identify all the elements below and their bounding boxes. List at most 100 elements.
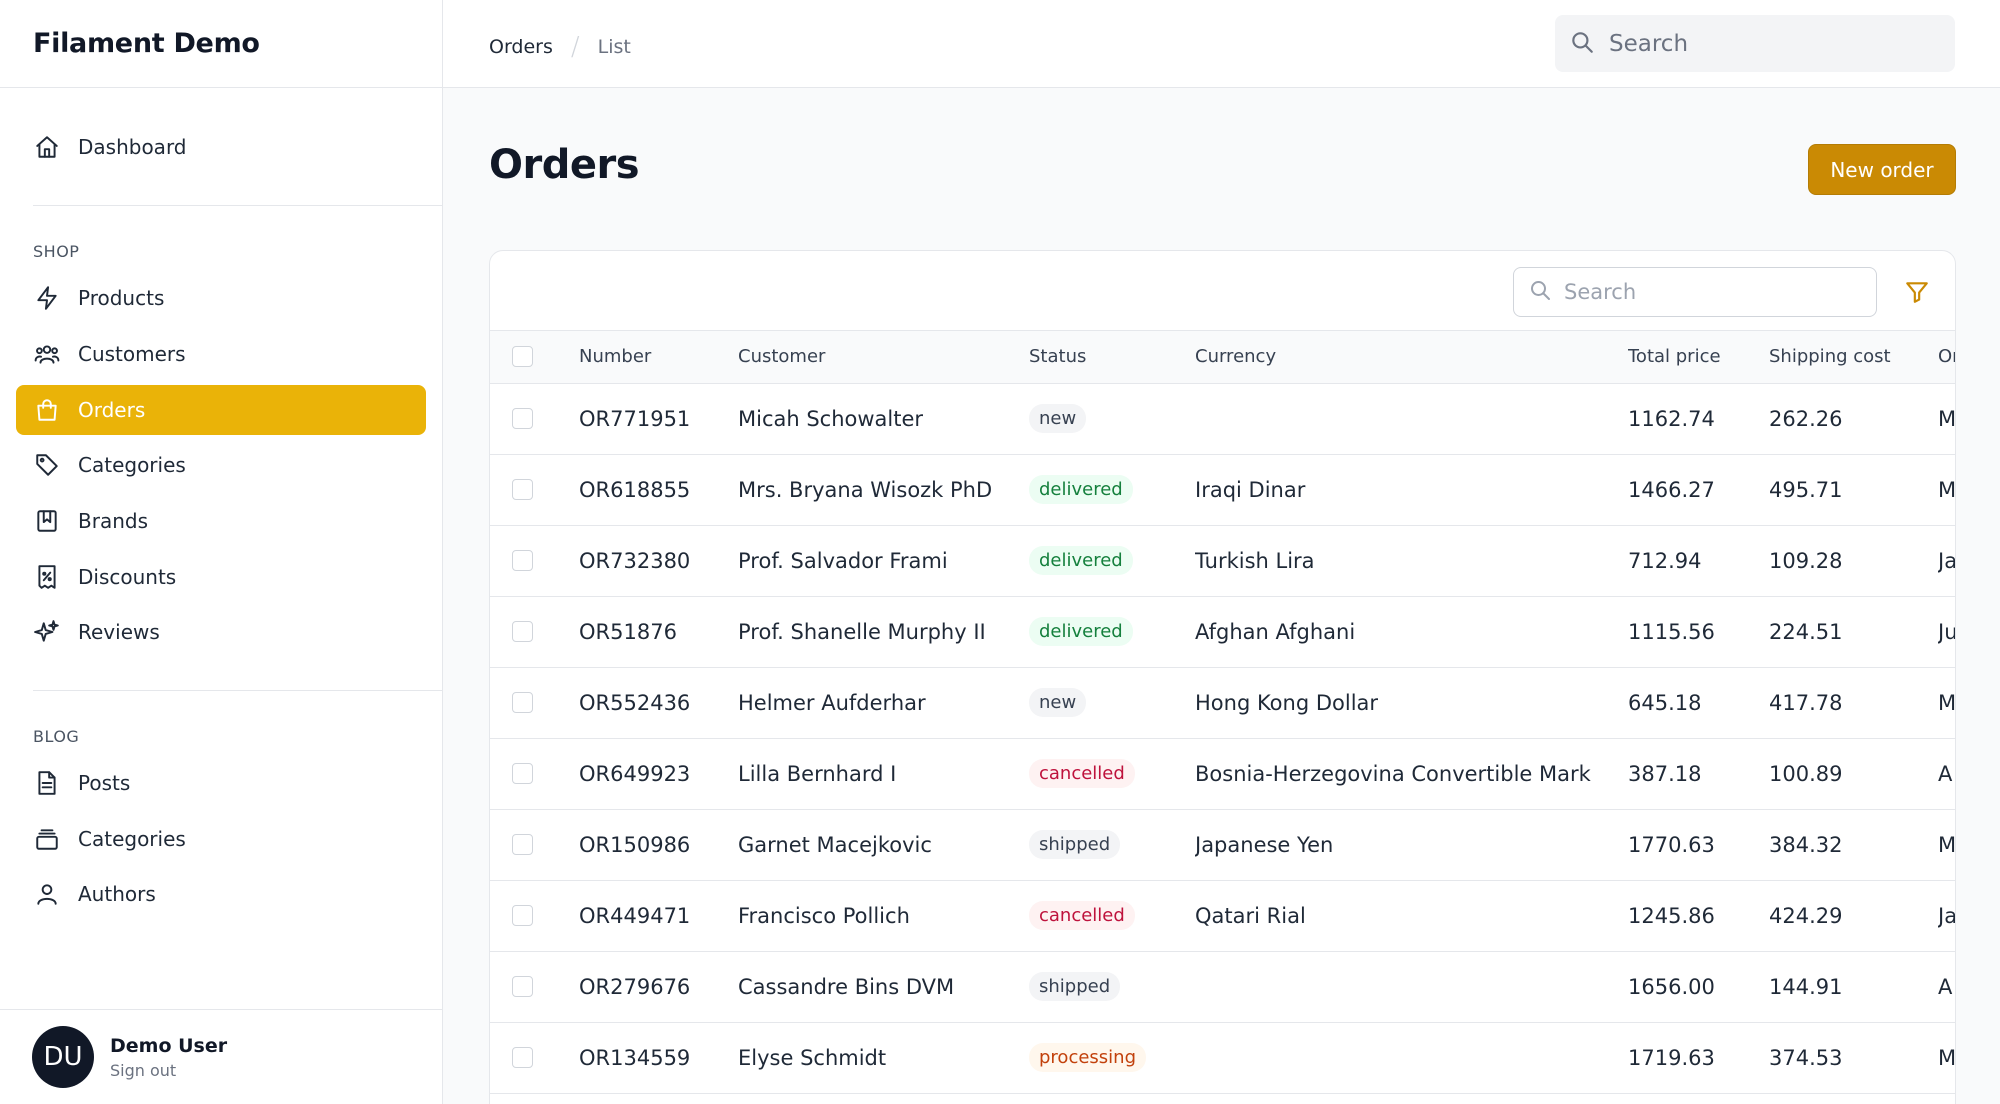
new-order-button[interactable]: New order: [1808, 144, 1956, 195]
table-row[interactable]: OR51876 Prof. Shanelle Murphy II delivered…: [490, 596, 1955, 667]
column-header-shipping-cost[interactable]: Shipping cost: [1769, 331, 1938, 383]
row-checkbox[interactable]: [512, 621, 533, 642]
row-checkbox[interactable]: [512, 550, 533, 571]
table-row[interactable]: OR150986 Garnet Macejkovic shipped Japanese…: [490, 809, 1956, 880]
sidebar-item-orders[interactable]: Orders: [16, 385, 426, 435]
cell-total-price: 645.18: [1628, 690, 1702, 715]
row-select-cell: [490, 880, 579, 951]
sidebar-item-brands[interactable]: Brands: [16, 496, 426, 546]
sign-out-link[interactable]: Sign out: [110, 1061, 227, 1080]
cell-shipping-cost: 100.89: [1769, 761, 1843, 786]
table-header-row: Number Customer Status Currency Total pr…: [490, 331, 1955, 383]
sidebar-item-categories[interactable]: Categories: [16, 440, 426, 490]
cell-order-date: M: [1938, 406, 1956, 431]
row-select-cell: [490, 951, 579, 1022]
table-row[interactable]: OR552436 Helmer Aufderhar new Hong Kong Dol…: [490, 667, 1955, 738]
cell-currency: Turkish Lira: [1195, 548, 1315, 573]
table-row[interactable]: OR618855 Mrs. Bryana Wisozk PhD delivered I…: [490, 454, 1955, 525]
sidebar-item-reviews[interactable]: Reviews: [16, 607, 426, 657]
row-select-cell: [490, 383, 579, 454]
row-checkbox[interactable]: [512, 763, 533, 784]
sidebar-item-posts[interactable]: Posts: [16, 758, 426, 808]
row-checkbox[interactable]: [512, 1047, 533, 1068]
row-select-cell: [490, 1022, 579, 1093]
sidebar-item-authors[interactable]: Authors: [16, 869, 426, 919]
row-checkbox[interactable]: [512, 905, 533, 926]
select-all-checkbox[interactable]: [512, 346, 533, 368]
sidebar-item-discounts[interactable]: Discounts: [16, 552, 426, 602]
table-row[interactable]: OR732380 Prof. Salvador Frami delivered Tur…: [490, 525, 1956, 596]
avatar[interactable]: DU: [32, 1026, 94, 1088]
tag-icon: [33, 451, 61, 479]
sidebar-item-label: Posts: [78, 771, 131, 795]
cell-number: OR771951: [579, 406, 691, 431]
cell-order-date: Ja: [1938, 548, 1956, 573]
cell-customer: Lilla Bernhard I: [738, 761, 897, 786]
cell-shipping-cost: 374.53: [1769, 1045, 1843, 1070]
row-checkbox[interactable]: [512, 692, 533, 713]
cell-customer: Cassandre Bins DVM: [738, 974, 955, 999]
sidebar-item-customers[interactable]: Customers: [16, 329, 426, 379]
row-checkbox[interactable]: [512, 479, 533, 500]
user-group-icon: [33, 880, 61, 908]
cell-number: OR732380: [579, 548, 691, 573]
table-row[interactable]: OR134559 Elyse Schmidt processing 1719.63 37…: [490, 1022, 1955, 1093]
table-row[interactable]: OR771951 Micah Schowalter new 1162.74 262.26…: [490, 383, 1956, 454]
cell-number: OR134559: [579, 1045, 691, 1070]
column-header-status[interactable]: Status: [1029, 331, 1195, 383]
sidebar-item-label: Products: [78, 286, 165, 310]
row-checkbox[interactable]: [512, 834, 533, 855]
sidebar-item-products[interactable]: Products: [16, 273, 426, 323]
row-checkbox[interactable]: [512, 408, 533, 429]
section-label-shop: SHOP: [33, 242, 80, 261]
sidebar-item-label: Reviews: [78, 620, 160, 644]
global-search-input[interactable]: Search: [1555, 15, 1955, 72]
cell-total-price: 1245.86: [1628, 903, 1715, 928]
rectangle-stack-icon: [33, 825, 61, 853]
user-menu[interactable]: DU Demo User Sign out: [0, 1009, 443, 1104]
sidebar: Filament Demo Dashboard SHOP Products Cu…: [0, 0, 443, 1104]
sidebar-item-blog-categories[interactable]: Categories: [16, 814, 426, 864]
cell-status: processing: [1029, 1022, 1195, 1093]
cell-status: new: [1029, 383, 1195, 454]
cell-customer: Micah Schowalter: [738, 406, 924, 431]
table-row[interactable]: OR279676 Cassandre Bins DVM shipped 1656.00…: [490, 951, 1955, 1022]
column-header-total-price[interactable]: Total price: [1628, 331, 1769, 383]
select-all-cell: [490, 331, 579, 383]
search-placeholder: Search: [1564, 280, 1637, 304]
table-row[interactable]: OR449471 Francisco Pollich cancelled Qatari…: [490, 880, 1955, 951]
status-badge: shipped: [1029, 830, 1121, 859]
sidebar-item-dashboard[interactable]: Dashboard: [16, 122, 426, 172]
cell-currency: Hong Kong Dollar: [1195, 690, 1379, 715]
cell-number: OR150986: [579, 832, 691, 857]
filter-icon[interactable]: [1902, 277, 1932, 307]
topbar: Orders / List Search: [443, 0, 2000, 88]
table-row[interactable]: OR649923 Lilla Bernhard I cancelled Bosnia-…: [490, 738, 1955, 809]
cell-number: OR552436: [579, 690, 691, 715]
table-search-input[interactable]: Search: [1513, 267, 1877, 317]
cell-status: shipped: [1029, 951, 1195, 1022]
orders-table: Search Number Customer Status Currency T…: [489, 250, 1956, 1104]
app-title[interactable]: Filament Demo: [0, 0, 442, 88]
cell-currency: [1195, 1022, 1628, 1093]
row-select-cell: [490, 596, 579, 667]
row-select-cell: [490, 738, 579, 809]
sidebar-item-label: Brands: [78, 509, 148, 533]
cell-order-date: M: [1938, 832, 1956, 857]
column-header-order-date[interactable]: Or: [1938, 331, 1955, 383]
status-badge: cancelled: [1029, 901, 1135, 930]
users-icon: [33, 340, 61, 368]
breadcrumb-orders[interactable]: Orders: [489, 36, 553, 58]
column-header-customer[interactable]: Customer: [738, 331, 1029, 383]
shopping-bag-icon: [33, 396, 61, 424]
column-header-currency[interactable]: Currency: [1195, 331, 1628, 383]
home-icon: [33, 133, 61, 161]
status-badge: delivered: [1029, 546, 1133, 575]
column-header-number[interactable]: Number: [579, 331, 738, 383]
row-checkbox[interactable]: [512, 976, 533, 997]
cell-customer: Francisco Pollich: [738, 903, 910, 928]
page-title: Orders: [489, 142, 640, 188]
cell-total-price: 1162.74: [1628, 406, 1715, 431]
cell-customer: Prof. Salvador Frami: [738, 548, 948, 573]
cell-total-price: 712.94: [1628, 548, 1702, 573]
